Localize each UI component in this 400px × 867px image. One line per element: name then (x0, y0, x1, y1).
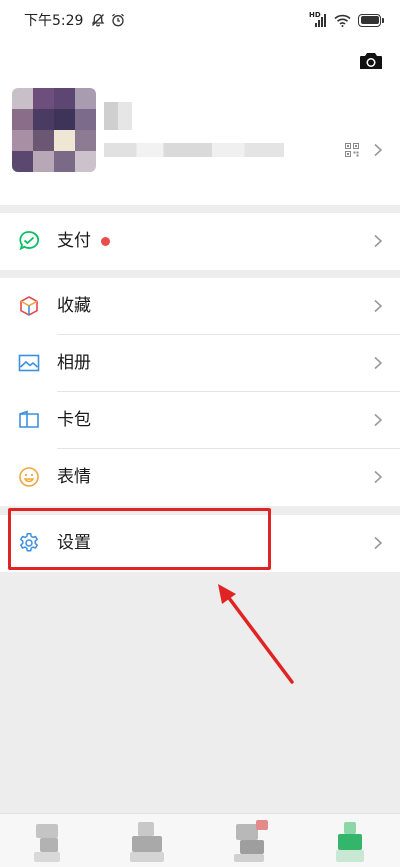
camera-icon[interactable] (360, 52, 382, 70)
wechat-pay-icon (19, 231, 40, 251)
tab-2[interactable] (128, 820, 168, 864)
chevron-right-icon (374, 299, 383, 313)
pay-label: 支付 (57, 231, 91, 251)
menu-item-pay[interactable]: 支付 (0, 213, 400, 270)
notifications-off-icon (92, 13, 105, 27)
album-label: 相册 (57, 353, 91, 373)
highlight-box (8, 508, 271, 570)
pay-group: 支付 (0, 213, 400, 270)
chevron-right-icon (374, 143, 383, 157)
album-image-icon (18, 354, 40, 372)
bottom-tab-bar (0, 813, 400, 867)
main-group: 收藏 相册 卡包 表情 (0, 278, 400, 506)
battery-icon (358, 13, 384, 27)
status-bar: 下午5:29 HD (0, 0, 400, 40)
wechat-id-blurred (104, 143, 284, 157)
menu-item-album[interactable]: 相册 (0, 335, 400, 392)
alarm-icon (112, 13, 125, 27)
status-time: 下午5:29 (24, 13, 84, 29)
chevron-right-icon (374, 413, 383, 427)
profile-header[interactable] (0, 40, 400, 205)
card-wallet-icon (19, 410, 39, 428)
menu-item-cards[interactable]: 卡包 (0, 392, 400, 449)
network-label: HD (309, 11, 321, 19)
stickers-label: 表情 (57, 467, 91, 487)
favorites-cube-icon (20, 296, 38, 316)
chevron-right-icon (374, 356, 383, 370)
tab-1[interactable] (30, 820, 70, 864)
wifi-icon (334, 14, 351, 27)
notification-dot (101, 237, 110, 246)
qr-code-icon[interactable] (345, 143, 359, 157)
avatar[interactable] (12, 88, 96, 172)
signal-icon: HD (309, 11, 327, 27)
chevron-right-icon (374, 234, 383, 248)
nickname-blurred (104, 102, 132, 130)
menu-item-favorites[interactable]: 收藏 (0, 278, 400, 335)
tab-4[interactable] (332, 820, 372, 864)
smiley-icon (19, 467, 39, 487)
tab-3[interactable] (232, 820, 272, 864)
red-arrow-annotation (218, 584, 294, 684)
chevron-right-icon (374, 536, 383, 550)
favorites-label: 收藏 (57, 296, 91, 316)
menu-item-stickers[interactable]: 表情 (0, 449, 400, 506)
chevron-right-icon (374, 470, 383, 484)
cards-label: 卡包 (57, 410, 91, 430)
